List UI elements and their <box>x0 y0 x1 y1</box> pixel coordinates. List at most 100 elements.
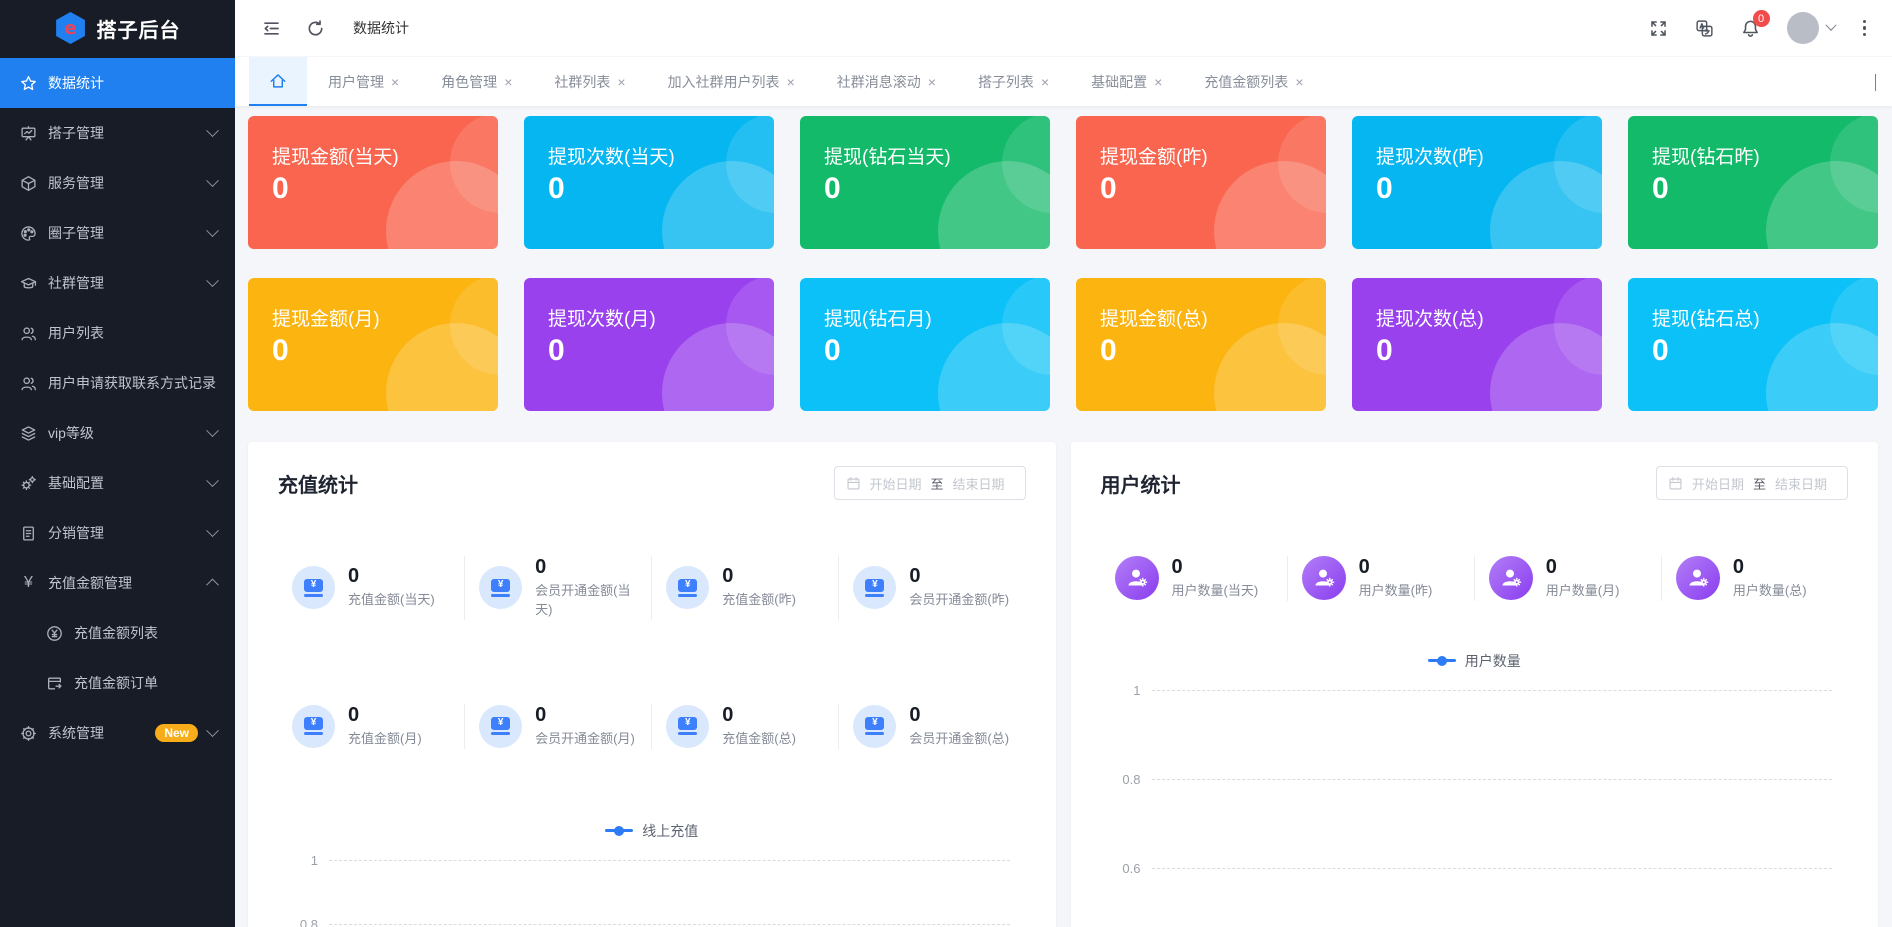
stat-card-label: 提现次数(月) <box>548 309 656 330</box>
y-axis-gridline: 0.6 <box>1101 861 1849 876</box>
mini-stat-value: 0 <box>909 565 921 588</box>
tab-社群消息滚动[interactable]: 社群消息滚动 × <box>822 57 951 106</box>
mini-stat-用户数量(当天): 0 用户数量(当天) <box>1101 556 1288 601</box>
money-icon: ¥ <box>479 704 523 748</box>
sidebar-item-用户列表[interactable]: 用户列表 <box>0 308 235 358</box>
mini-stat-用户数量(总): 0 用户数量(总) <box>1662 556 1848 601</box>
tab-用户管理[interactable]: 用户管理 × <box>313 57 414 106</box>
stat-card-label: 提现(钻石总) <box>1652 309 1760 330</box>
tab-close-icon[interactable]: × <box>787 75 795 89</box>
mini-stat-value: 0 <box>348 565 360 588</box>
tab-home[interactable] <box>249 57 307 106</box>
sidebar-item-搭子管理[interactable]: 搭子管理 <box>0 108 235 158</box>
topbar: 数据统计 0 <box>235 0 1892 56</box>
stat-card-提现次数(月): 提现次数(月) 0 <box>524 278 774 411</box>
date-separator: 至 <box>1753 476 1767 492</box>
y-axis-tick-label: 1 <box>1133 682 1141 698</box>
mini-stat-用户数量(昨): 0 用户数量(昨) <box>1288 556 1475 601</box>
y-axis-tick-label: 0.6 <box>1122 860 1141 876</box>
stat-card-label: 提现金额(当天) <box>272 147 399 168</box>
sidebar-item-充值金额管理[interactable]: ¥ 充值金额管理 <box>0 558 235 608</box>
gridline-dashed <box>329 923 1010 925</box>
legend-line-marker <box>605 829 634 833</box>
recharge-stats-panel: 充值统计 开始日期 至 结束日期 ¥0 充值金额(当天) ¥0 会员开通金额(当天) ¥… <box>248 442 1056 927</box>
new-badge: New <box>155 724 198 742</box>
sidebar-item-label: 圈子管理 <box>48 225 104 241</box>
sidebar-item-充值金额列表[interactable]: 充值金额列表 <box>0 608 235 658</box>
sidebar-item-label: 数据统计 <box>48 75 104 91</box>
tab-close-icon[interactable]: × <box>1041 75 1049 89</box>
notification-count-badge: 0 <box>1752 10 1770 27</box>
user-date-range-picker[interactable]: 开始日期 至 结束日期 <box>1656 466 1848 500</box>
mini-stat-label: 用户数量(总) <box>1732 583 1807 598</box>
sidebar-item-圈子管理[interactable]: 圈子管理 <box>0 208 235 258</box>
tabs-overflow-icon[interactable] <box>1875 73 1876 91</box>
users-icon <box>20 325 37 342</box>
stat-card-提现金额(昨): 提现金额(昨) 0 <box>1076 116 1326 249</box>
user-chart-legend[interactable]: 用户数量 <box>1101 651 1849 671</box>
sidebar-item-系统管理[interactable]: 系统管理 New <box>0 708 235 758</box>
gears-icon <box>20 475 37 492</box>
sidebar-item-基础配置[interactable]: 基础配置 <box>0 458 235 508</box>
sidebar-item-label: 搭子管理 <box>48 125 104 141</box>
recharge-date-range-picker[interactable]: 开始日期 至 结束日期 <box>833 466 1026 500</box>
refresh-icon[interactable] <box>305 18 325 38</box>
mini-stat-label: 会员开通金额(当天) <box>535 583 631 617</box>
mini-stat-value: 0 <box>722 703 734 726</box>
tab-角色管理[interactable]: 角色管理 × <box>426 57 527 106</box>
sidebar-item-服务管理[interactable]: 服务管理 <box>0 158 235 208</box>
sidebar-item-数据统计[interactable]: 数据统计 <box>0 58 235 108</box>
chevron-down-icon <box>206 423 219 437</box>
money-icon: ¥ <box>292 704 335 748</box>
tab-label: 社群消息滚动 <box>836 73 921 90</box>
mini-stat-充值金额(总): ¥0 充值金额(总) <box>652 703 840 749</box>
mini-stat-label: 充值金额(昨) <box>722 592 796 608</box>
tab-close-icon[interactable]: × <box>928 75 936 89</box>
sidebar-item-充值金额订单[interactable]: 充值金额订单 <box>0 658 235 708</box>
recharge-chart-legend[interactable]: 线上充值 <box>278 821 1026 841</box>
stat-card-label: 提现(钻石昨) <box>1652 147 1760 168</box>
main-content: 提现金额(当天) 0 提现次数(当天) 0 提现(钻石当天) 0 提现金额(昨) 0 提现次数(… <box>235 106 1892 927</box>
money-icon: ¥ <box>666 566 710 610</box>
tab-close-icon[interactable]: × <box>391 75 399 89</box>
gridline-dashed <box>1151 689 1832 691</box>
language-icon[interactable] <box>1695 18 1715 38</box>
sidebar-item-社群管理[interactable]: 社群管理 <box>0 258 235 308</box>
y-axis-gridline: 0.8 <box>1101 772 1849 787</box>
sidebar-item-vip等级[interactable]: vip等级 <box>0 408 235 458</box>
start-date-placeholder: 开始日期 <box>869 476 922 492</box>
avatar[interactable] <box>1786 12 1819 44</box>
document-icon <box>20 525 37 542</box>
chevron-down-icon <box>206 273 219 287</box>
tab-close-icon[interactable]: × <box>617 75 625 89</box>
sidebar-item-用户申请获取联系方式记录[interactable]: 用户申请获取联系方式记录 <box>0 358 235 408</box>
sidebar-item-label: 充值金额管理 <box>48 575 132 591</box>
sidebar-item-label: 系统管理 <box>48 725 104 741</box>
tab-基础配置[interactable]: 基础配置 × <box>1076 57 1177 106</box>
tab-充值金额列表[interactable]: 充值金额列表 × <box>1189 57 1318 106</box>
y-axis-gridline: 0.8 <box>278 917 1026 927</box>
mini-stat-用户数量(月): 0 用户数量(月) <box>1475 556 1662 601</box>
sidebar-item-label: 社群管理 <box>48 275 104 291</box>
stat-card-value: 0 <box>272 172 289 205</box>
more-menu-icon[interactable] <box>1861 18 1869 39</box>
fullscreen-icon[interactable] <box>1649 18 1669 38</box>
tab-close-icon[interactable]: × <box>1295 75 1303 89</box>
tab-社群列表[interactable]: 社群列表 × <box>539 57 640 106</box>
tab-搭子列表[interactable]: 搭子列表 × <box>963 57 1064 106</box>
stat-card-value: 0 <box>272 334 289 367</box>
app-logo[interactable]: e 搭子后台 <box>0 0 235 56</box>
user-menu[interactable] <box>1786 12 1837 44</box>
stat-card-提现(钻石月): 提现(钻石月) 0 <box>800 278 1050 411</box>
mini-stat-label: 充值金额(总) <box>722 730 796 746</box>
sidebar-item-分销管理[interactable]: 分销管理 <box>0 508 235 558</box>
collapse-sidebar-icon[interactable] <box>261 18 281 38</box>
panel-title-recharge: 充值统计 <box>278 474 358 497</box>
stat-card-提现(钻石昨): 提现(钻石昨) 0 <box>1628 116 1878 249</box>
tab-加入社群用户列表[interactable]: 加入社群用户列表 × <box>653 57 810 106</box>
tab-close-icon[interactable]: × <box>504 75 512 89</box>
tab-close-icon[interactable]: × <box>1154 75 1162 89</box>
sidebar-item-label: 用户申请获取联系方式记录 <box>48 375 216 391</box>
mini-stat-value: 0 <box>722 565 734 588</box>
app-logo-icon: e <box>56 12 85 44</box>
